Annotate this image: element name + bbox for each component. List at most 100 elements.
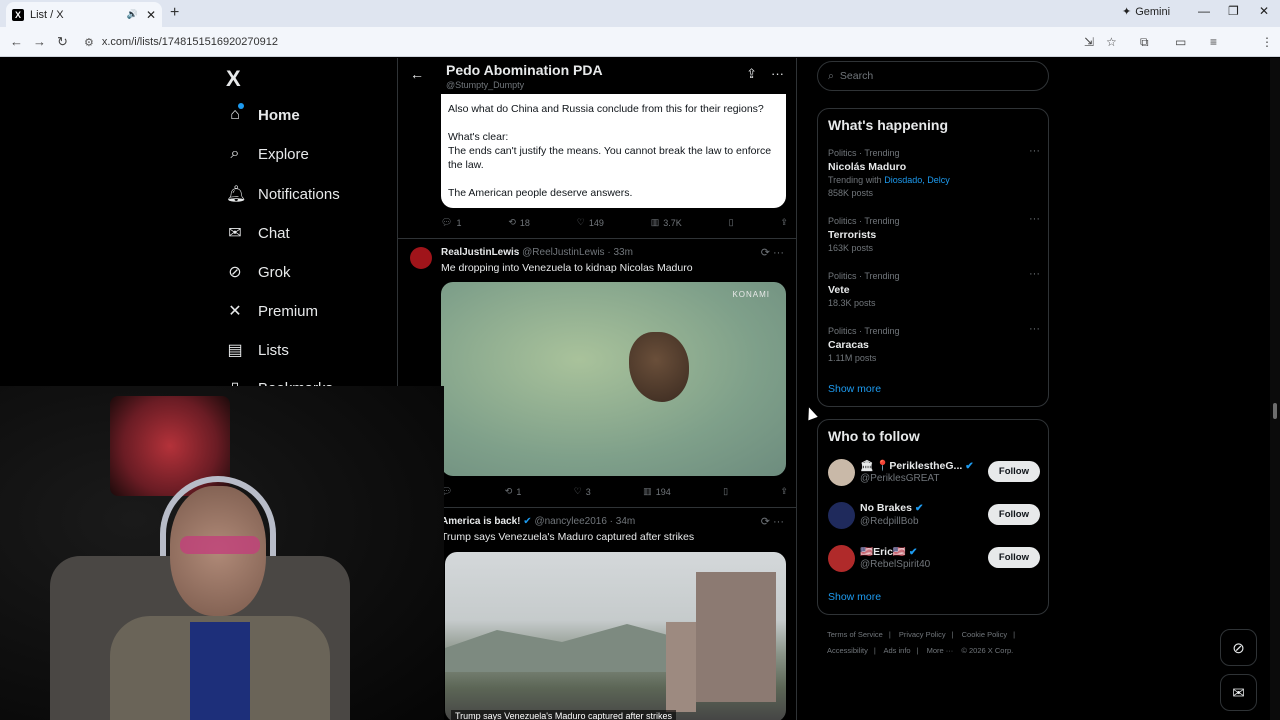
search-input[interactable]: ⌕ Search	[817, 61, 1049, 91]
share-button[interactable]: ⇪	[780, 486, 788, 497]
more-icon[interactable]: ⟳ ···	[761, 246, 784, 259]
browser-tab[interactable]: X List / X 🔊 ✕	[6, 2, 162, 27]
like-button[interactable]: ♡ 149	[577, 217, 604, 228]
new-tab-button[interactable]: +	[170, 4, 179, 22]
trend-item[interactable]: Politics · Trending Terrorists 163K post…	[828, 213, 1040, 255]
follow-button[interactable]: Follow	[987, 547, 1040, 568]
share-icon[interactable]: ⇪	[746, 66, 757, 82]
kebab-menu-icon[interactable]: ⋮	[1261, 35, 1273, 49]
post-time[interactable]: · 33m	[607, 247, 633, 258]
x-favicon-icon: X	[12, 8, 24, 21]
webcam-overlay	[0, 386, 444, 720]
avatar[interactable]	[410, 247, 432, 269]
x-logo-icon[interactable]: X	[226, 66, 241, 92]
nav-chat[interactable]: ✉ Chat	[226, 223, 289, 243]
close-tab-icon[interactable]: ✕	[146, 8, 156, 22]
post-image[interactable]: Trump says Venezuela's Maduro captured a…	[445, 552, 786, 720]
trend-item[interactable]: Politics · Trending Caracas 1.11M posts …	[828, 323, 1040, 365]
browser-tab-bar: X List / X 🔊 ✕ + ✦ Gemini — ❐ ✕	[0, 0, 1280, 27]
footer-link[interactable]: Accessibility	[827, 646, 868, 655]
account-name: No Brakes	[860, 502, 912, 514]
nav-home[interactable]: ⌂ Home	[226, 106, 300, 124]
more-icon[interactable]: ⟳ ···	[761, 515, 784, 528]
more-icon[interactable]: ···	[1029, 323, 1040, 336]
trend-posts: 1.11M posts	[828, 353, 877, 363]
avatar[interactable]	[828, 502, 855, 529]
post-time[interactable]: · 34m	[610, 516, 636, 527]
views-button[interactable]: ▥ 3.7K	[651, 217, 682, 228]
author-handle[interactable]: @ReelJustinLewis	[522, 247, 604, 258]
show-more-link[interactable]: Show more	[828, 383, 881, 395]
footer-link[interactable]: More ···	[927, 646, 954, 655]
quote-text: The American people deserve answers.	[448, 187, 633, 199]
forward-icon[interactable]: →	[33, 34, 46, 49]
post-video[interactable]: KONAMI	[441, 282, 786, 476]
footer-link[interactable]: Cookie Policy	[962, 630, 1007, 639]
extensions-icon[interactable]: ⧉	[1140, 35, 1149, 50]
more-icon[interactable]: ···	[771, 66, 784, 82]
show-more-link[interactable]: Show more	[828, 591, 881, 603]
reply-button[interactable]: 💬︎ 1	[441, 217, 461, 228]
quote-text: What's clear:	[448, 131, 509, 143]
author-handle[interactable]: @nancylee2016	[534, 516, 606, 527]
more-icon[interactable]: ···	[1029, 145, 1040, 158]
avatar[interactable]	[828, 459, 855, 486]
avatar[interactable]	[828, 545, 855, 572]
like-button[interactable]: ♡ 3	[574, 486, 591, 497]
address-input[interactable]: ⚙ x.com/i/lists/1748151516920270912	[84, 31, 1084, 53]
footer-link[interactable]: Terms of Service	[827, 630, 883, 639]
quoted-post-card[interactable]: Also what do China and Russia conclude f…	[441, 94, 786, 208]
bookmark-button[interactable]: ▯	[723, 486, 728, 497]
views-button[interactable]: ▥ 194	[643, 486, 671, 497]
nav-explore[interactable]: ⌕ Explore	[226, 145, 309, 163]
trend-item[interactable]: Politics · Trending Nicolás Maduro Trend…	[828, 145, 1040, 200]
share-button[interactable]: ⇪	[780, 217, 788, 228]
trend-posts: 163K posts	[828, 243, 874, 253]
follow-button[interactable]: Follow	[987, 504, 1040, 525]
page-scrollbar[interactable]	[1270, 58, 1280, 720]
close-window-icon[interactable]: ✕	[1259, 4, 1269, 18]
quote-text: The ends can't justify the means. You ca…	[448, 145, 772, 171]
footer-link[interactable]: Ads info	[883, 646, 910, 655]
minimize-icon[interactable]: —	[1198, 4, 1210, 18]
verified-badge-icon: ✔	[914, 503, 924, 514]
nav-premium[interactable]: ✕ Premium	[226, 301, 318, 321]
bookmark-icon: ▯	[728, 217, 734, 227]
trend-item[interactable]: Politics · Trending Vete 18.3K posts ···	[828, 268, 1040, 310]
follow-suggestion[interactable]: 🇺🇸Eric🇺🇸 ✔ @RebelSpirit40 Follow	[828, 543, 1040, 575]
menu-list-icon[interactable]: ≡	[1210, 35, 1217, 49]
retweet-button[interactable]: ⟲ 1	[505, 486, 522, 497]
gemini-icon: ✦	[1122, 6, 1132, 18]
footer-link[interactable]: Privacy Policy	[899, 630, 946, 639]
reply-icon: 💬︎	[441, 217, 453, 227]
gemini-button[interactable]: ✦ Gemini	[1122, 5, 1170, 19]
follow-button[interactable]: Follow	[987, 461, 1040, 482]
author-name[interactable]: America is back!	[441, 516, 521, 527]
trend-with-links[interactable]: Diosdado, Delcy	[884, 175, 950, 185]
author-name[interactable]: RealJustinLewis	[441, 247, 519, 258]
site-info-icon[interactable]: ⚙	[84, 36, 94, 49]
chat-fab-button[interactable]: ✉	[1220, 674, 1257, 711]
reload-icon[interactable]: ↻	[57, 34, 68, 50]
grok-icon: ⊘	[1232, 639, 1245, 657]
star-icon[interactable]: ☆	[1106, 35, 1117, 49]
restore-icon[interactable]: ❐	[1228, 4, 1239, 18]
follow-suggestion[interactable]: No Brakes ✔ @RedpillBob Follow	[828, 500, 1040, 532]
install-icon[interactable]: ⇲	[1084, 35, 1094, 49]
back-icon[interactable]: ←	[10, 34, 23, 49]
scrollbar-thumb[interactable]	[1273, 403, 1277, 419]
nav-lists[interactable]: ▤ Lists	[226, 340, 288, 360]
nav-label: Grok	[258, 263, 291, 281]
nav-notifications[interactable]: 🔔︎ Notifications	[226, 184, 340, 204]
post-header: America is back! ✔ @nancylee2016 · 34m	[441, 516, 635, 527]
retweet-button[interactable]: ⟲ 18	[508, 217, 530, 228]
back-arrow-icon[interactable]: ←	[410, 66, 424, 82]
sidebar-icon[interactable]: ▭	[1175, 35, 1186, 49]
nav-grok[interactable]: ⊘ Grok	[226, 262, 291, 282]
more-icon[interactable]: ···	[1029, 213, 1040, 226]
more-icon[interactable]: ···	[1029, 268, 1040, 281]
grok-fab-button[interactable]: ⊘	[1220, 629, 1257, 666]
bookmark-button[interactable]: ▯	[729, 217, 734, 228]
follow-suggestion[interactable]: 🏛 📍PeriklestheG... ✔ @PeriklesGREAT Follo…	[828, 457, 1040, 489]
speaker-icon[interactable]: 🔊	[127, 9, 138, 20]
